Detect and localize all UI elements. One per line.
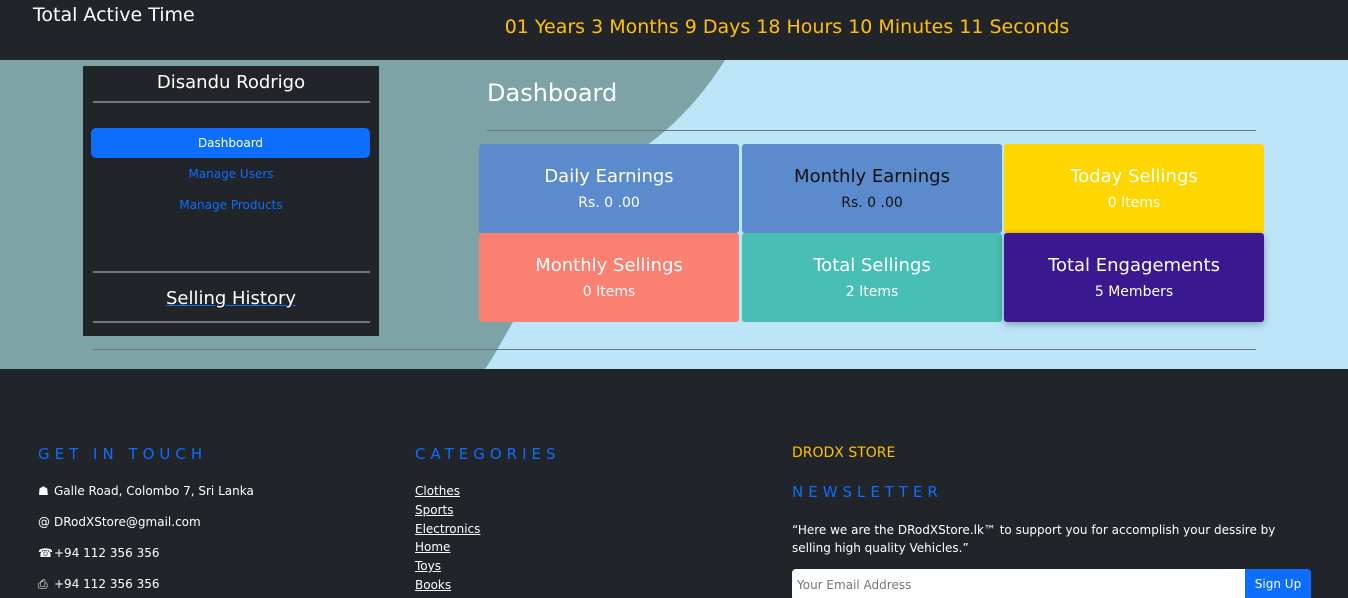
contact-email: @ DRodXStore@gmail.com (38, 515, 201, 529)
category-link-sports[interactable]: Sports (415, 503, 453, 517)
dashboard-section: Disandu Rodrigo Dashboard Manage Users M… (0, 60, 1348, 369)
divider (93, 321, 370, 323)
contact-fax: ⎙ +94 112 356 356 (38, 577, 159, 592)
admin-sidebar: Disandu Rodrigo Dashboard Manage Users M… (83, 66, 379, 336)
today-sellings-card: Today Sellings 0 Items (1004, 144, 1264, 233)
home-icon: ☗ (38, 484, 49, 498)
contact-text: +94 112 356 356 (54, 577, 160, 591)
divider (487, 130, 1256, 131)
card-value: Rs. 0 .00 (578, 195, 640, 211)
email-input[interactable] (792, 569, 1245, 598)
fax-icon: ⎙ (38, 577, 48, 591)
contact-phone: ☎+94 112 356 356 (38, 546, 159, 560)
nav-manage-users[interactable]: Manage Users (83, 167, 379, 181)
card-title: Total Engagements (1048, 255, 1220, 276)
divider (93, 349, 1256, 350)
user-name: Disandu Rodrigo (156, 72, 306, 93)
total-sellings-card: Total Sellings 2 Items (742, 233, 1002, 322)
contact-address: ☗ Galle Road, Colombo 7, Sri Lanka (38, 484, 254, 498)
category-link-home[interactable]: Home (415, 540, 450, 554)
category-link-clothes[interactable]: Clothes (415, 484, 460, 498)
card-title: Monthly Earnings (794, 166, 950, 187)
store-name: DRODX STORE (792, 445, 896, 461)
footer: GET IN TOUCH ☗ Galle Road, Colombo 7, Sri… (0, 369, 1348, 598)
nav-dashboard[interactable]: Dashboard (91, 128, 370, 158)
contact-text: Galle Road, Colombo 7, Sri Lanka (54, 484, 254, 498)
top-bar: Total Active Time 01 Years 3 Months 9 Da… (0, 0, 1348, 60)
card-title: Monthly Sellings (535, 255, 683, 276)
contact-text: DRodXStore@gmail.com (54, 515, 201, 529)
card-value: 5 Members (1094, 284, 1174, 300)
newsletter-heading: NEWSLETTER (792, 483, 943, 501)
card-value: 2 Items (845, 284, 899, 300)
get-in-touch-heading: GET IN TOUCH (38, 445, 208, 463)
divider (93, 101, 370, 103)
card-title: Daily Earnings (544, 166, 674, 187)
phone-icon: ☎ (38, 546, 53, 560)
contact-text: +94 112 356 356 (54, 546, 160, 560)
category-link-books[interactable]: Books (415, 578, 451, 592)
categories-heading: CATEGORIES (415, 445, 561, 463)
category-link-toys[interactable]: Toys (415, 559, 441, 573)
active-time-counter: 01 Years 3 Months 9 Days 18 Hours 10 Min… (504, 16, 1070, 38)
at-icon: @ (38, 515, 50, 529)
nav-manage-products[interactable]: Manage Products (83, 198, 379, 212)
page-title: Dashboard (487, 79, 618, 107)
sign-up-button[interactable]: Sign Up (1245, 569, 1311, 598)
card-value: 0 Items (1107, 195, 1161, 211)
selling-history-link[interactable]: Selling History (83, 288, 379, 309)
card-title: Total Sellings (813, 255, 931, 276)
card-title: Today Sellings (1070, 166, 1198, 187)
card-value: Rs. 0 .00 (841, 195, 903, 211)
total-engagements-card: Total Engagements 5 Members (1004, 233, 1264, 322)
divider (93, 271, 370, 273)
monthly-earnings-card: Monthly Earnings Rs. 0 .00 (742, 144, 1002, 233)
daily-earnings-card: Daily Earnings Rs. 0 .00 (479, 144, 739, 233)
card-value: 0 Items (582, 284, 636, 300)
monthly-sellings-card: Monthly Sellings 0 Items (479, 233, 739, 322)
category-link-electronics[interactable]: Electronics (415, 522, 480, 536)
newsletter-quote: “Here we are the DRodXStore.lk™ to suppo… (792, 523, 1276, 555)
